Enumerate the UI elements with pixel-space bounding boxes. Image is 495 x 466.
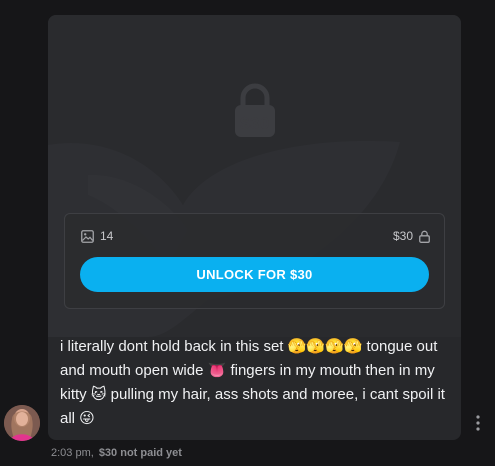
- message-card: $30 14 $30 UNLOCK FOR $30 i literally do…: [48, 15, 461, 440]
- message-time: 2:03 pm,: [51, 447, 94, 459]
- overlay-price: $30: [240, 114, 270, 133]
- lock-icon: [419, 230, 430, 243]
- unlock-panel: 14 $30 UNLOCK FOR $30: [64, 213, 445, 309]
- locked-media-preview: $30 14 $30 UNLOCK FOR $30: [48, 15, 461, 337]
- price-label: $30: [392, 229, 413, 243]
- message-meta: 2:03 pm, $30 not paid yet: [51, 447, 182, 459]
- post-caption: i literally dont hold back in this set 🫣…: [60, 338, 445, 427]
- avatar[interactable]: [4, 405, 40, 441]
- unlock-button[interactable]: UNLOCK FOR $30: [80, 257, 429, 292]
- avatar-image: [4, 405, 40, 441]
- more-vertical-icon[interactable]: [474, 414, 482, 432]
- image-icon: [81, 229, 94, 243]
- media-count: 14: [81, 229, 113, 243]
- media-count-label: 14: [100, 229, 114, 243]
- payment-status: $30 not paid yet: [98, 447, 182, 459]
- price-tag: $30: [393, 229, 430, 243]
